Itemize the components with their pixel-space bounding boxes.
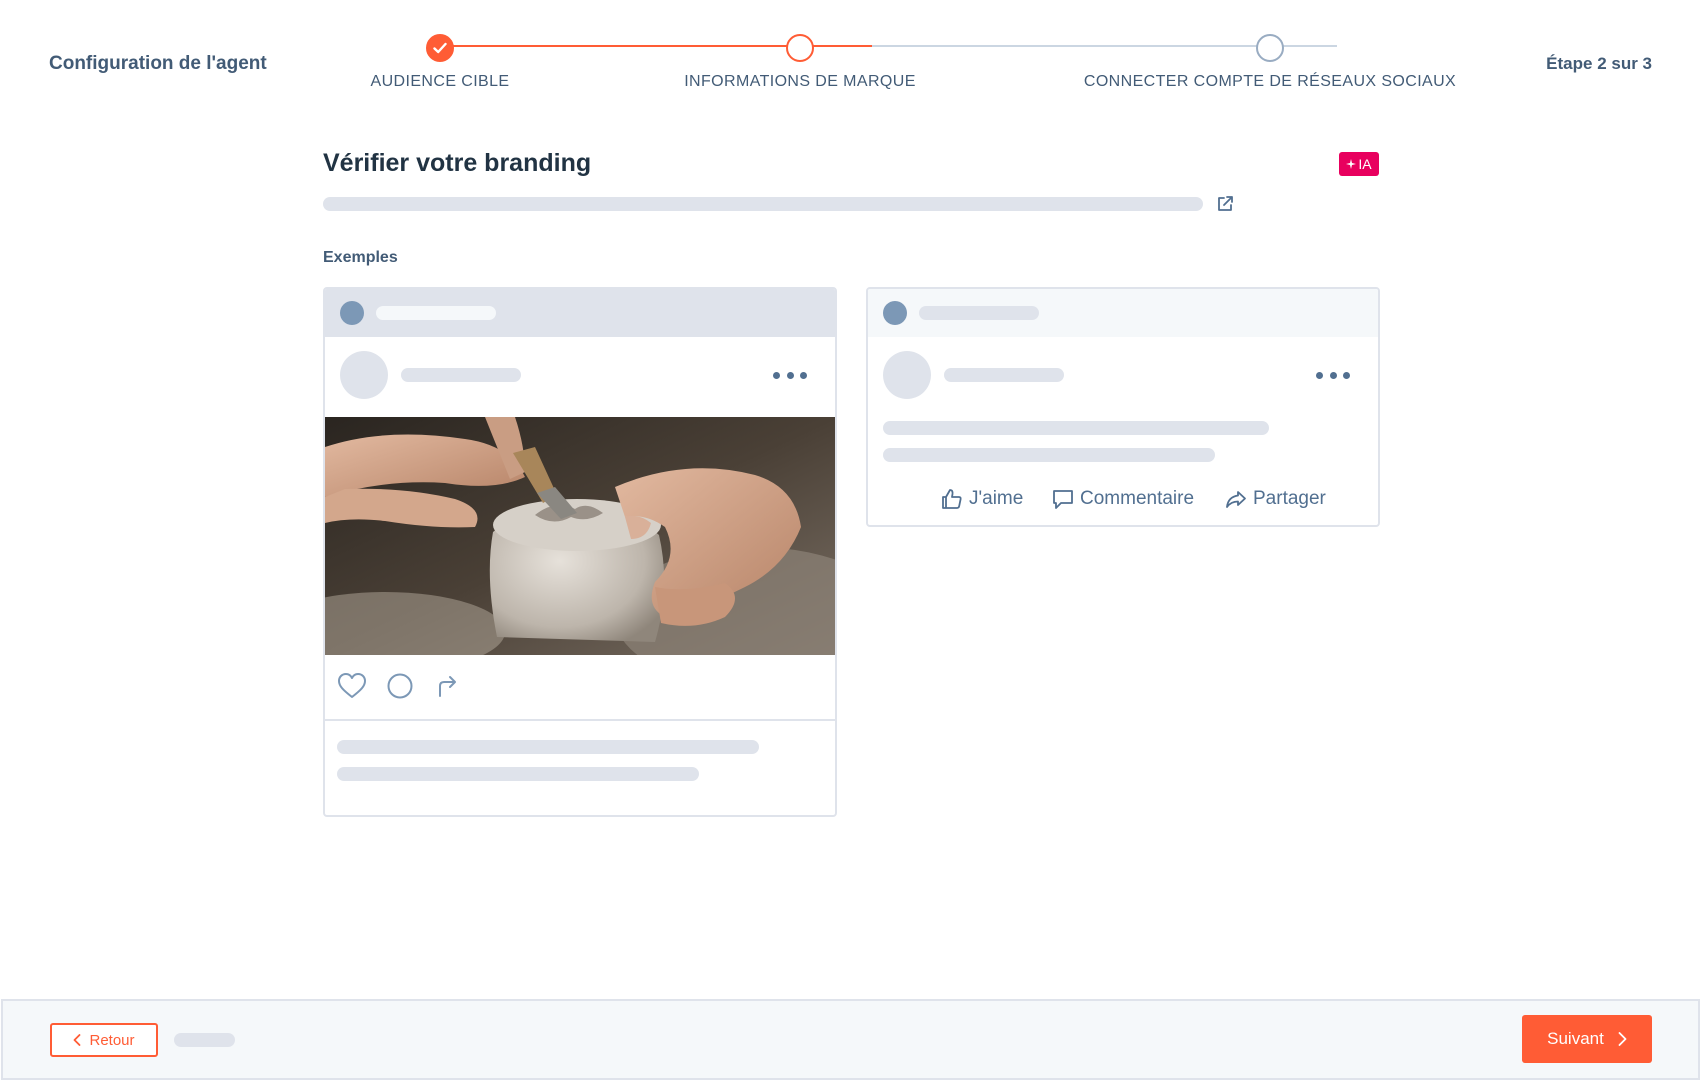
page-title: Vérifier votre branding [323, 149, 592, 177]
footer-placeholder [174, 1033, 235, 1047]
post-caption [325, 721, 835, 811]
step-connector-1 [440, 45, 800, 47]
back-button[interactable]: Retour [50, 1023, 158, 1057]
avatar [340, 351, 388, 399]
share-icon [1226, 491, 1246, 508]
caption-line-placeholder [337, 740, 759, 754]
more-dots-icon[interactable] [773, 367, 807, 383]
chevron-right-icon [1618, 1032, 1627, 1046]
facebook-post-preview: J'aime Commentaire Partager [866, 287, 1380, 527]
step-2-node [786, 34, 814, 62]
post-actions [325, 655, 835, 721]
like-button[interactable]: J'aime [940, 487, 1023, 511]
progress-stepper: AUDIENCE CIBLE INFORMATIONS DE MARQUE CO… [0, 0, 1701, 110]
comment-icon [1053, 490, 1073, 509]
network-name-placeholder [376, 306, 496, 320]
post-author-row [868, 337, 1378, 417]
examples-label: Exemples [323, 249, 398, 266]
thumbs-up-icon [942, 489, 962, 509]
step-3-node [1256, 34, 1284, 62]
post-text-placeholder [883, 421, 1269, 435]
step-2-label: INFORMATIONS DE MARQUE [684, 73, 916, 90]
back-button-label: Retour [89, 1031, 135, 1049]
share-label: Partager [1253, 488, 1326, 509]
author-name-placeholder [944, 368, 1064, 382]
caption-line-placeholder [337, 767, 699, 781]
post-image [325, 417, 835, 655]
more-dots-icon[interactable] [1316, 367, 1350, 383]
brand-url-placeholder [323, 197, 1203, 211]
card-header [325, 289, 835, 337]
step-counter: Étape 2 sur 3 [1546, 54, 1652, 73]
chevron-left-icon [74, 1034, 81, 1046]
check-icon [433, 42, 447, 54]
share-button[interactable]: Partager [1224, 487, 1326, 511]
top-bar: Configuration de l'agent AUDIENCE CIBLE … [0, 0, 1701, 110]
step-3-label: CONNECTER COMPTE DE RÉSEAUX SOCIAUX [1083, 73, 1457, 90]
comment-label: Commentaire [1080, 488, 1195, 509]
network-icon-placeholder [340, 301, 364, 325]
network-name-placeholder [919, 306, 1039, 320]
next-button[interactable]: Suivant [1522, 1015, 1652, 1063]
like-label: J'aime [969, 488, 1024, 509]
step-1-node [426, 34, 454, 62]
post-actions: J'aime Commentaire Partager [868, 487, 1378, 517]
card-header [868, 289, 1378, 337]
external-link-icon[interactable] [1215, 194, 1235, 214]
footer-bar: Retour Suivant [1, 999, 1700, 1080]
instagram-post-preview [323, 287, 837, 817]
step-1-label: AUDIENCE CIBLE [370, 73, 510, 90]
share-icon[interactable] [432, 671, 462, 701]
heart-icon[interactable] [337, 671, 367, 701]
network-icon-placeholder [883, 301, 907, 325]
next-button-label: Suivant [1547, 1029, 1604, 1048]
comment-icon[interactable] [385, 671, 415, 701]
sparkle-icon [1346, 159, 1357, 169]
post-text-placeholder [883, 448, 1215, 462]
pottery-photo [325, 417, 835, 655]
ai-badge: IA [1339, 152, 1379, 176]
comment-button[interactable]: Commentaire [1051, 487, 1194, 511]
author-name-placeholder [401, 368, 521, 382]
post-author-row [325, 337, 835, 417]
avatar [883, 351, 931, 399]
ai-badge-label: IA [1358, 156, 1372, 172]
